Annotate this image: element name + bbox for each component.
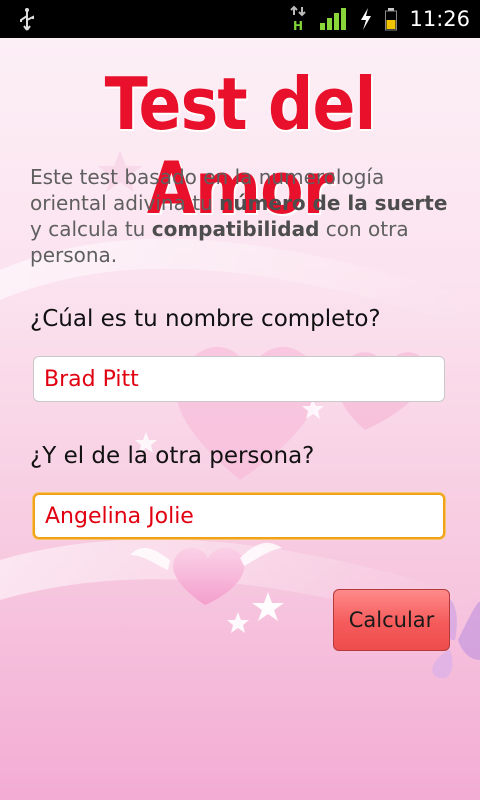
other-name-input[interactable] (33, 493, 445, 539)
charging-icon (361, 8, 372, 30)
your-name-input[interactable] (33, 356, 445, 402)
status-bar: H 11:26 (0, 0, 480, 38)
status-icons: H 11:26 (289, 0, 470, 38)
intro-text-part: y calcula tu (30, 217, 152, 241)
star-icon (252, 592, 284, 621)
signal-icon (320, 8, 347, 30)
intro-bold-lucky-number: número de la suerte (219, 191, 448, 215)
status-time: 11:26 (409, 7, 470, 31)
question-other-name: ¿Y el de la otra persona? (30, 443, 315, 469)
calculate-button[interactable]: Calcular (333, 589, 450, 651)
usb-icon (20, 8, 34, 31)
heart-icon (173, 547, 245, 605)
intro-bold-compatibility: compatibilidad (151, 217, 320, 241)
data-arrows-icon: H (290, 5, 307, 33)
question-your-name: ¿Cúal es tu nombre completo? (30, 306, 381, 332)
network-type-label: H (293, 19, 303, 33)
battery-icon (385, 8, 398, 31)
intro-text: Este test basado en la numerología orien… (30, 164, 450, 268)
star-icon (227, 612, 249, 633)
